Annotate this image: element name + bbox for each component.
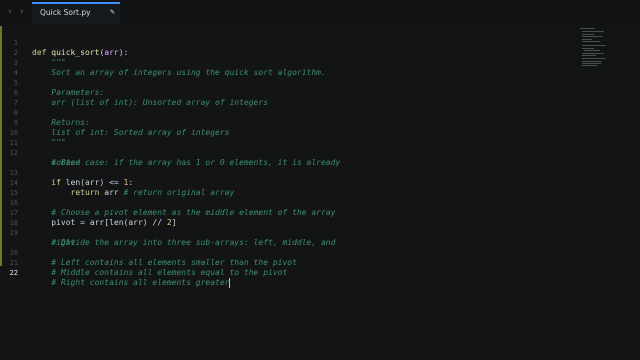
forward-icon[interactable]: › — [20, 7, 24, 17]
line-code: pivot = arr[len(arr) // 2] — [32, 218, 177, 227]
code-line: 10 """ — [0, 118, 66, 147]
tab-title: Quick Sort.py — [40, 8, 91, 17]
line-code: def quick_sort(arr): — [32, 48, 129, 57]
active-tab-indicator — [32, 2, 120, 4]
line-code: sorted — [32, 158, 81, 167]
line-code: # Choose a pivot element as the middle e… — [32, 208, 336, 217]
back-icon[interactable]: ‹ — [8, 7, 12, 17]
line-code: """ — [32, 138, 66, 147]
code-line: 21 # Middle contains all elements equal … — [0, 248, 288, 277]
line-code: # Middle contains all elements equal to … — [32, 268, 288, 277]
code-line: 4 — [0, 58, 29, 77]
code-line-wrap: right — [0, 228, 75, 247]
code-editor-window: ‹ › Quick Sort.py ✎ 1 def quick_sort(arr… — [0, 0, 640, 360]
code-line: 3 Sort an array of integers using the qu… — [0, 48, 326, 77]
line-code: right — [32, 238, 76, 247]
code-line: 19 # Divide the array into three sub-arr… — [0, 218, 336, 247]
code-line: 15 — [0, 178, 29, 197]
code-line: 2 """ — [0, 38, 66, 67]
line-number: 22 — [9, 269, 18, 277]
line-code: # Right contains all elements greater — [32, 278, 231, 288]
code-line: 6 arr (list of int): Unsorted array of i… — [0, 78, 268, 107]
code-line-active: 22 # Right contains all elements greater — [0, 258, 231, 288]
code-line: 11 — [0, 128, 29, 147]
code-line: 9 list of int: Sorted array of integers — [0, 108, 230, 137]
editor-area[interactable]: 1 def quick_sort(arr): 2 """ 3 Sort an a… — [0, 26, 600, 360]
minimap[interactable] — [572, 26, 632, 86]
line-code: if len(arr) <= 1: — [51, 178, 134, 187]
tab-quick-sort[interactable]: Quick Sort.py ✎ — [32, 2, 120, 24]
line-code: # Divide the array into three sub-arrays… — [32, 238, 336, 247]
line-code: list of int: Sorted array of integers — [32, 128, 230, 137]
tab-bar: ‹ › Quick Sort.py ✎ — [0, 0, 640, 24]
line-code: Parameters: — [32, 88, 105, 97]
line-code: """ — [32, 58, 66, 67]
code-line: 14 return arr # return original array — [0, 168, 235, 197]
code-line: 12 # Base case: if the array has 1 or 0 … — [0, 138, 341, 167]
code-line: 5 Parameters: — [0, 68, 104, 97]
code-line: 7 — [0, 88, 29, 107]
code-line: 16 # Choose a pivot element as the middl… — [0, 188, 336, 217]
code-line-wrap: sorted — [0, 148, 80, 167]
code-line: 18 — [0, 208, 29, 227]
code-line: 1 def quick_sort(arr): — [0, 28, 129, 57]
line-code: return arr # return original array — [70, 188, 235, 197]
text-cursor — [229, 278, 231, 288]
line-code: # Left contains all elements smaller tha… — [32, 258, 297, 267]
code-line: 8 Returns: — [0, 98, 90, 127]
code-line: 13 if len(arr) <= 1: — [0, 158, 134, 187]
line-code: Sort an array of integers using the quic… — [32, 68, 326, 77]
code-line: 20 # Left contains all elements smaller … — [0, 238, 297, 267]
line-code: Returns: — [32, 118, 90, 127]
code-line: 17 pivot = arr[len(arr) // 2] — [0, 198, 177, 227]
edit-icon[interactable]: ✎ — [110, 7, 115, 16]
line-code: arr (list of int): Unsorted array of int… — [32, 98, 269, 107]
